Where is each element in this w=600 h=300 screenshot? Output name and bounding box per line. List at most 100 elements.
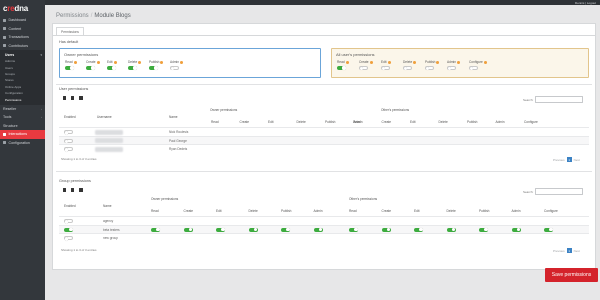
col-enabled[interactable]: Enabled	[64, 115, 76, 119]
perm-toggle[interactable]	[149, 65, 158, 70]
enabled-toggle[interactable]	[64, 219, 73, 224]
col-others-admin[interactable]: Admin	[512, 209, 521, 213]
col-others-read[interactable]: Read	[353, 120, 361, 124]
col-owner-read[interactable]: Read	[211, 120, 219, 124]
col-owner-read[interactable]: Read	[151, 209, 159, 213]
perm-toggle[interactable]	[469, 65, 478, 71]
col-others-create[interactable]: Create	[382, 120, 392, 124]
prev-button[interactable]: Previous	[553, 249, 565, 253]
others-perm-toggle[interactable]	[511, 227, 521, 232]
col-owner-edit[interactable]: Edit	[268, 120, 274, 124]
sidebar-item-transactions[interactable]: Transactions	[0, 33, 45, 42]
others-perm-toggle[interactable]	[479, 227, 488, 232]
enabled-toggle[interactable]	[64, 130, 73, 135]
help-icon[interactable]	[180, 60, 184, 64]
perm-toggle[interactable]	[86, 65, 95, 70]
help-icon[interactable]	[73, 60, 77, 64]
enabled-toggle[interactable]	[64, 138, 73, 144]
col-owner-publish[interactable]: Publish	[281, 209, 291, 213]
others-perm-toggle[interactable]	[381, 227, 391, 232]
col-others-publish[interactable]: Publish	[467, 120, 477, 124]
others-perm-toggle[interactable]	[414, 227, 423, 232]
help-icon[interactable]	[96, 60, 100, 64]
help-icon[interactable]	[369, 60, 373, 64]
owner-perm-toggle[interactable]	[313, 227, 323, 232]
help-icon[interactable]	[345, 60, 349, 64]
sidebar-item-contributors[interactable]: Contributors	[0, 42, 45, 51]
excel-icon[interactable]	[71, 96, 75, 100]
col-others-edit[interactable]: Edit	[410, 120, 416, 124]
enabled-toggle[interactable]	[64, 227, 73, 232]
sidebar-item-tools[interactable]: Tools ›	[0, 113, 45, 122]
col-owner-delete[interactable]: Delete	[297, 120, 306, 124]
owner-perm-toggle[interactable]	[248, 227, 258, 232]
help-icon[interactable]	[436, 60, 440, 64]
col-owner-admin[interactable]: Admin	[314, 209, 323, 213]
owner-perm-toggle[interactable]	[281, 227, 290, 232]
next-button[interactable]: Next	[574, 158, 580, 162]
col-others-read[interactable]: Read	[349, 209, 357, 213]
enabled-toggle[interactable]	[64, 236, 73, 241]
sidebar-subitem-permissions[interactable]: Permissions	[0, 96, 45, 102]
col-owner-create[interactable]: Create	[184, 209, 194, 213]
copy-icon[interactable]	[63, 96, 67, 100]
save-permissions-button[interactable]: Save permissions	[545, 268, 598, 282]
enabled-toggle[interactable]	[64, 147, 73, 152]
help-icon[interactable]	[160, 60, 164, 64]
print-icon[interactable]	[79, 96, 83, 100]
col-name[interactable]: Name	[103, 204, 112, 208]
copy-icon[interactable]	[63, 188, 67, 192]
col-others-admin[interactable]: Admin	[496, 120, 505, 124]
tab-permissions[interactable]: Permissions	[56, 27, 84, 35]
help-icon[interactable]	[387, 60, 391, 64]
page-1-button[interactable]: 1	[566, 157, 572, 162]
breadcrumb-permissions[interactable]: Permissions	[56, 13, 89, 19]
owner-perm-toggle[interactable]	[183, 227, 193, 232]
sidebar-item-reseller[interactable]: Reseller ›	[0, 105, 45, 114]
col-others-create[interactable]: Create	[382, 209, 392, 213]
col-others-configure[interactable]: Configure	[544, 209, 558, 213]
sidebar-item-configuration[interactable]: Configuration	[0, 139, 45, 148]
help-icon[interactable]	[483, 60, 487, 64]
excel-icon[interactable]	[71, 188, 75, 192]
help-icon[interactable]	[413, 60, 417, 64]
page-1-button[interactable]: 1	[566, 248, 572, 253]
others-perm-toggle[interactable]	[349, 227, 358, 232]
owner-perm-toggle[interactable]	[216, 227, 225, 232]
col-owner-edit[interactable]: Edit	[216, 209, 222, 213]
col-enabled[interactable]: Enabled	[64, 204, 76, 208]
sidebar-item-dashboard[interactable]: Dashboard	[0, 16, 45, 25]
col-others-publish[interactable]: Publish	[479, 209, 489, 213]
perm-toggle[interactable]	[359, 65, 368, 71]
others-perm-toggle[interactable]	[446, 227, 456, 232]
perm-toggle[interactable]	[447, 65, 456, 71]
col-username[interactable]: Username	[97, 115, 112, 119]
col-others-delete[interactable]: Delete	[439, 120, 448, 124]
sidebar-item-content[interactable]: Content	[0, 25, 45, 34]
perm-toggle[interactable]	[425, 65, 434, 71]
perm-toggle[interactable]	[107, 65, 116, 70]
col-others-configure[interactable]: Configure	[524, 120, 538, 124]
sidebar-item-interactions[interactable]: Interactions	[0, 130, 45, 139]
help-icon[interactable]	[113, 60, 117, 64]
perm-toggle[interactable]	[170, 65, 179, 71]
others-perm-toggle[interactable]	[544, 227, 553, 232]
help-icon[interactable]	[457, 60, 461, 64]
perm-toggle[interactable]	[337, 65, 346, 70]
user-search-input[interactable]	[535, 96, 584, 103]
logo[interactable]: credna	[0, 0, 45, 16]
prev-button[interactable]: Previous	[553, 158, 565, 162]
owner-perm-toggle[interactable]	[151, 227, 160, 232]
user-links[interactable]: Dennis | Logout	[575, 1, 596, 5]
sidebar-item-users[interactable]: Users ▾	[0, 51, 45, 58]
col-others-edit[interactable]: Edit	[414, 209, 420, 213]
col-owner-publish[interactable]: Publish	[325, 120, 335, 124]
col-others-delete[interactable]: Delete	[447, 209, 456, 213]
col-name[interactable]: Name	[169, 115, 178, 119]
col-owner-create[interactable]: Create	[240, 120, 250, 124]
next-button[interactable]: Next	[574, 249, 580, 253]
sidebar-item-structure[interactable]: Structure	[0, 122, 45, 131]
perm-toggle[interactable]	[65, 65, 74, 70]
perm-toggle[interactable]	[381, 65, 390, 71]
help-icon[interactable]	[138, 60, 142, 64]
